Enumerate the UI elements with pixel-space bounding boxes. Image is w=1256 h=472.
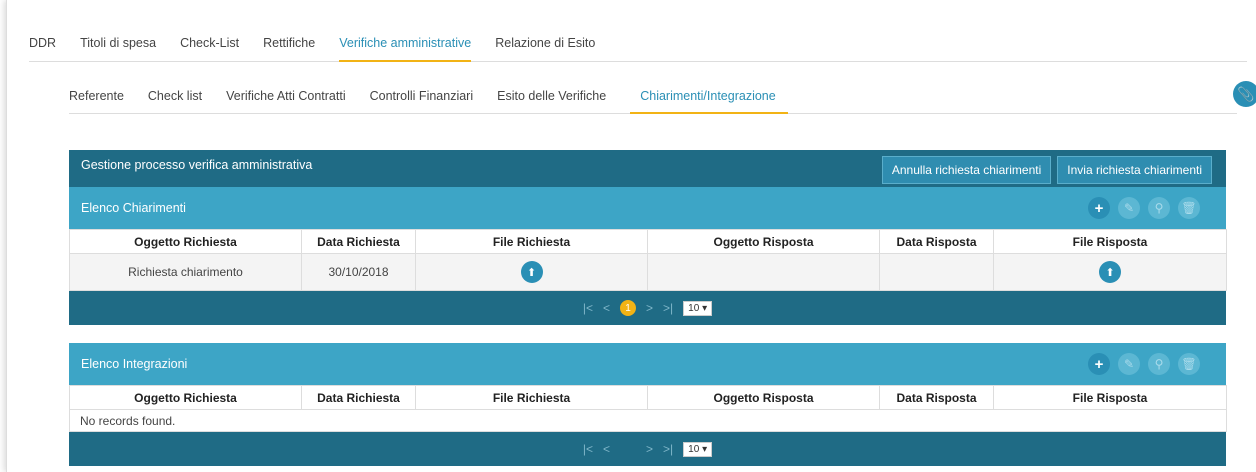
tab-ddr[interactable]: DDR — [29, 30, 56, 62]
search-icon[interactable]: ⚲ — [1148, 197, 1170, 219]
cell-oggetto-risposta — [647, 253, 880, 291]
prev-page-icon[interactable]: < — [603, 301, 610, 315]
col-file-risposta: File Risposta — [993, 385, 1227, 410]
prev-page-icon[interactable]: < — [603, 442, 610, 456]
edit-icon[interactable]: ✎ — [1118, 353, 1140, 375]
sub-tab-bar: Referente Check list Verifiche Atti Cont… — [69, 82, 1237, 114]
page-size-select[interactable]: 10 ▾ — [683, 300, 713, 316]
chiarimenti-title: Elenco Chiarimenti — [81, 201, 186, 215]
last-page-icon[interactable]: >| — [663, 301, 673, 315]
tab-relazione-di-esito[interactable]: Relazione di Esito — [495, 30, 595, 62]
tab-titoli-di-spesa[interactable]: Titoli di spesa — [80, 30, 156, 62]
col-oggetto-richiesta: Oggetto Richiesta — [69, 229, 302, 254]
invia-richiesta-button[interactable]: Invia richiesta chiarimenti — [1057, 156, 1212, 184]
col-oggetto-risposta: Oggetto Risposta — [647, 385, 880, 410]
delete-icon[interactable]: 🗑 — [1178, 197, 1200, 219]
edit-icon[interactable]: ✎ — [1118, 197, 1140, 219]
subtab-esito-verifiche[interactable]: Esito delle Verifiche — [497, 82, 618, 114]
integrazioni-title: Elenco Integrazioni — [81, 357, 188, 371]
panel-header: Gestione processo verifica amministrativ… — [69, 150, 1226, 187]
verifica-panel: Gestione processo verifica amministrativ… — [69, 150, 1227, 466]
subtab-controlli-finanziari[interactable]: Controlli Finanziari — [370, 82, 486, 114]
page-size-select[interactable]: 10 ▾ — [683, 441, 713, 457]
chiarimenti-header: Elenco Chiarimenti + ✎ ⚲ 🗑 — [69, 187, 1226, 229]
integrazioni-table: Oggetto Richiesta Data Richiesta File Ri… — [69, 385, 1227, 432]
col-oggetto-richiesta: Oggetto Richiesta — [69, 385, 302, 410]
col-file-richiesta: File Richiesta — [415, 229, 648, 254]
paperclip-icon[interactable]: 📎 — [1233, 81, 1256, 107]
col-data-risposta: Data Risposta — [879, 385, 994, 410]
integrazioni-pager: |< < > >| 10 ▾ — [69, 432, 1226, 466]
panel-title: Gestione processo verifica amministrativ… — [81, 158, 313, 172]
add-icon[interactable]: + — [1088, 197, 1110, 219]
col-data-richiesta: Data Richiesta — [301, 385, 416, 410]
cell-oggetto: Richiesta chiarimento — [69, 253, 302, 291]
col-file-richiesta: File Richiesta — [415, 385, 648, 410]
col-data-richiesta: Data Richiesta — [301, 229, 416, 254]
subtab-verifiche-atti-contratti[interactable]: Verifiche Atti Contratti — [226, 82, 358, 114]
main-frame: DDR Titoli di spesa Check-List Rettifich… — [6, 0, 1256, 472]
annulla-richiesta-button[interactable]: Annulla richiesta chiarimenti — [881, 156, 1052, 184]
tab-check-list[interactable]: Check-List — [180, 30, 239, 62]
subtab-referente[interactable]: Referente — [69, 82, 136, 114]
empty-message: No records found. — [69, 409, 1227, 432]
tab-rettifiche[interactable]: Rettifiche — [263, 30, 315, 62]
col-oggetto-risposta: Oggetto Risposta — [647, 229, 880, 254]
upload-icon[interactable]: ⬆ — [1099, 261, 1121, 283]
last-page-icon[interactable]: >| — [663, 442, 673, 456]
chiarimenti-table: Oggetto Richiesta Data Richiesta File Ri… — [69, 229, 1227, 291]
cell-data: 30/10/2018 — [301, 253, 416, 291]
integrazioni-header: Elenco Integrazioni + ✎ ⚲ 🗑 — [69, 343, 1226, 385]
search-icon[interactable]: ⚲ — [1148, 353, 1170, 375]
page-number[interactable]: 1 — [620, 300, 637, 316]
subtab-chiarimenti-integrazione[interactable]: Chiarimenti/Integrazione — [630, 82, 788, 114]
top-tab-bar: DDR Titoli di spesa Check-List Rettifich… — [29, 30, 1247, 62]
first-page-icon[interactable]: |< — [583, 442, 593, 456]
subtab-check-list[interactable]: Check list — [148, 82, 214, 114]
next-page-icon[interactable]: > — [646, 301, 653, 315]
next-page-icon[interactable]: > — [646, 442, 653, 456]
cell-data-risposta — [879, 253, 994, 291]
upload-icon[interactable]: ⬆ — [520, 261, 543, 283]
add-icon[interactable]: + — [1088, 353, 1110, 375]
tab-verifiche-amministrative[interactable]: Verifiche amministrative — [339, 30, 472, 62]
col-data-risposta: Data Risposta — [879, 229, 994, 254]
col-file-risposta: File Risposta — [993, 229, 1227, 254]
chiarimenti-pager: |< < 1 > >| 10 ▾ — [69, 291, 1226, 325]
delete-icon[interactable]: 🗑 — [1178, 353, 1200, 375]
first-page-icon[interactable]: |< — [583, 301, 593, 315]
table-row[interactable]: Richiesta chiarimento 30/10/2018 ⬆ ⬆ — [69, 253, 1227, 291]
